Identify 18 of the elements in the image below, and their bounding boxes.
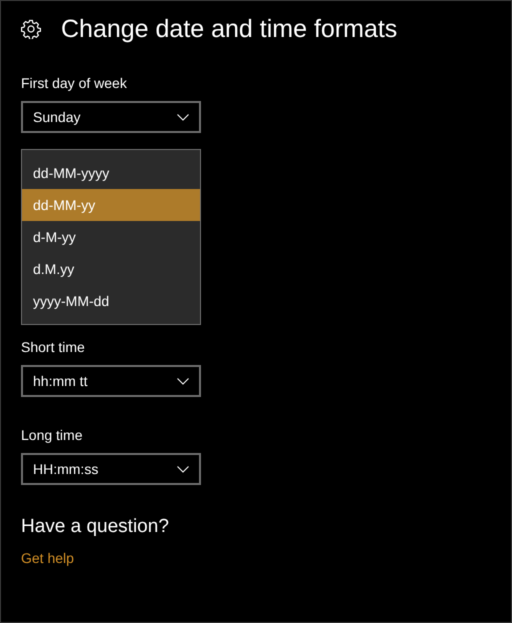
settings-icon xyxy=(21,19,41,39)
chevron-down-icon xyxy=(177,114,189,120)
dropdown[interactable]: Sunday xyxy=(21,101,201,133)
dropdown[interactable]: HH:mm:ss xyxy=(21,453,201,485)
dropdown-option[interactable]: dd-MM-yy xyxy=(22,189,200,221)
help-heading: Have a question? xyxy=(21,515,170,539)
field-label: Short time xyxy=(21,338,86,357)
dropdown-option[interactable]: d.M.yy xyxy=(22,253,200,285)
chevron-down-icon xyxy=(177,378,189,384)
dropdown-option[interactable]: yyyy-MM-dd xyxy=(22,285,200,317)
field-label: First day of week xyxy=(21,74,128,93)
chevron-down-icon xyxy=(177,466,189,472)
page-title: Change date and time formats xyxy=(61,14,398,45)
field-label: Long time xyxy=(21,426,84,445)
dropdown-option[interactable]: dd-MM-yyyy xyxy=(22,157,200,189)
get-help-link[interactable]: Get help xyxy=(21,548,74,568)
dropdown-option[interactable]: d-M-yy xyxy=(22,221,200,253)
dropdown[interactable]: hh:mm tt xyxy=(21,365,201,397)
